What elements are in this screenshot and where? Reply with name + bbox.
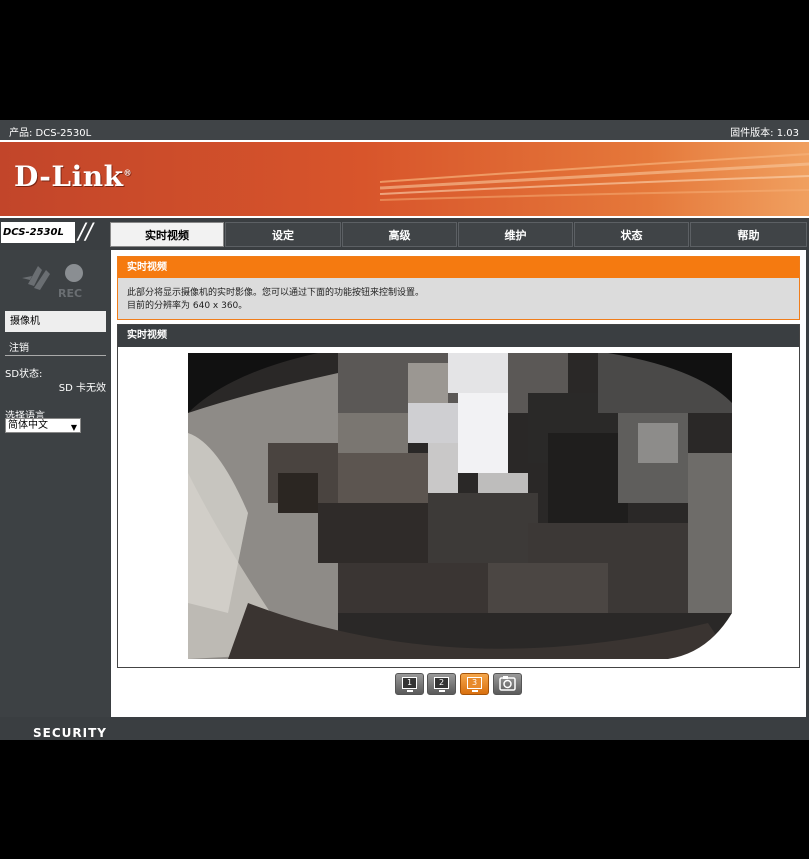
info-resolution: 目前的分辨率为 640 x 360。 <box>127 301 248 311</box>
sd-status-value: SD 卡无效 <box>58 383 106 394</box>
language-select-value: 简体中文 <box>8 420 48 431</box>
main-content: 实时视频 此部分将显示摄像机的实时影像。您可以通过下面的功能按钮来控制设置。 目… <box>111 250 806 717</box>
nav-help[interactable]: 帮助 <box>690 222 807 247</box>
info-description: 此部分将显示摄像机的实时影像。您可以通过下面的功能按钮来控制设置。 <box>127 288 425 298</box>
model-tab: DCS-2530L <box>1 222 75 243</box>
view-mode-2-button[interactable]: 2 <box>427 673 456 695</box>
brand-banner: D-Link® <box>0 140 809 218</box>
video-frame-image <box>188 353 732 659</box>
monitor-icon: 3 <box>467 677 482 689</box>
nav-advanced[interactable]: 高级 <box>342 222 457 247</box>
monitor-icon: 2 <box>434 677 449 689</box>
nav-setup[interactable]: 设定 <box>225 222 341 247</box>
language-select[interactable]: 简体中文 ▼ <box>5 418 81 433</box>
sidebar-item-logout[interactable]: 注销 <box>9 339 29 354</box>
rec-text: REC <box>58 287 82 298</box>
nav-maintenance[interactable]: 维护 <box>458 222 573 247</box>
live-video-feed[interactable] <box>188 353 732 659</box>
sidebar-divider <box>5 355 106 356</box>
sd-status-label: SD状态: <box>5 369 43 380</box>
info-panel: 实时视频 此部分将显示摄像机的实时影像。您可以通过下面的功能按钮来控制设置。 目… <box>117 256 800 320</box>
chevron-down-icon: ▼ <box>70 423 77 432</box>
main-nav: DCS-2530L // 实时视频 设定 高级 维护 状态 帮助 <box>0 220 809 249</box>
video-panel-title: 实时视频 <box>118 325 799 347</box>
sidebar: REC 摄像机 注销 SD状态: SD 卡无效 选择语言 简体中文 ▼ <box>0 250 110 717</box>
recording-status-icon: REC <box>22 264 83 298</box>
info-panel-title: 实时视频 <box>118 257 799 278</box>
camera-icon <box>499 676 516 691</box>
monitor-icon: 1 <box>402 677 417 689</box>
view-mode-1-button[interactable]: 1 <box>395 673 424 695</box>
video-panel: 实时视频 <box>117 324 800 668</box>
nav-live-video[interactable]: 实时视频 <box>110 222 224 247</box>
nav-status[interactable]: 状态 <box>574 222 689 247</box>
dlink-logo: D-Link® <box>14 160 133 193</box>
snapshot-button[interactable] <box>493 673 522 695</box>
sidebar-item-camera[interactable]: 摄像机 <box>5 311 106 332</box>
slash-decoration: // <box>78 220 93 245</box>
footer-security-text: SECURITY <box>33 726 107 740</box>
camera-web-ui: 产品: DCS-2530L 固件版本: 1.03 D-Link® DCS-253… <box>0 120 809 740</box>
top-info-bar: 产品: DCS-2530L 固件版本: 1.03 <box>0 120 809 140</box>
product-label: 产品: DCS-2530L <box>9 128 92 139</box>
firmware-label: 固件版本: 1.03 <box>730 128 799 139</box>
view-mode-3-button[interactable]: 3 <box>460 673 489 695</box>
banner-swoosh-decoration <box>380 153 809 201</box>
footer-bar: SECURITY <box>0 717 809 740</box>
